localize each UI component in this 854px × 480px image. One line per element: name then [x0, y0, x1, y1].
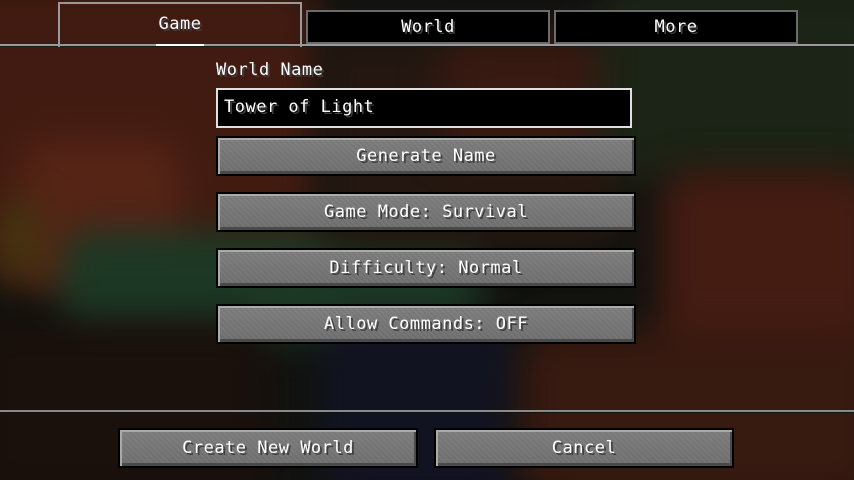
tab-game[interactable]: Game [58, 2, 302, 47]
tab-world-label: World [401, 17, 455, 37]
game-mode-button[interactable]: Game Mode: Survival [216, 192, 636, 232]
create-new-world-label: Create New World [182, 438, 354, 458]
difficulty-label: Difficulty: Normal [329, 258, 523, 278]
difficulty-button[interactable]: Difficulty: Normal [216, 248, 636, 288]
game-mode-label: Game Mode: Survival [324, 202, 528, 222]
world-name-label: World Name [216, 60, 324, 80]
cancel-label: Cancel [551, 438, 617, 458]
generate-name-label: Generate Name [356, 146, 496, 166]
tab-game-label: Game [158, 14, 202, 34]
tab-world[interactable]: World [306, 10, 550, 44]
allow-commands-button[interactable]: Allow Commands: OFF [216, 304, 636, 344]
generate-name-button[interactable]: Generate Name [216, 136, 636, 176]
tab-more-label: More [654, 17, 698, 37]
world-name-value: Tower of Light [224, 97, 375, 117]
tab-more[interactable]: More [554, 10, 798, 44]
allow-commands-label: Allow Commands: OFF [324, 314, 528, 334]
blurred-world-background [0, 0, 854, 480]
create-new-world-button[interactable]: Create New World [118, 428, 418, 468]
active-tab-underline [156, 44, 204, 46]
cancel-button[interactable]: Cancel [434, 428, 734, 468]
footer-divider-shadow [0, 412, 854, 413]
world-name-input[interactable]: Tower of Light [216, 88, 632, 128]
